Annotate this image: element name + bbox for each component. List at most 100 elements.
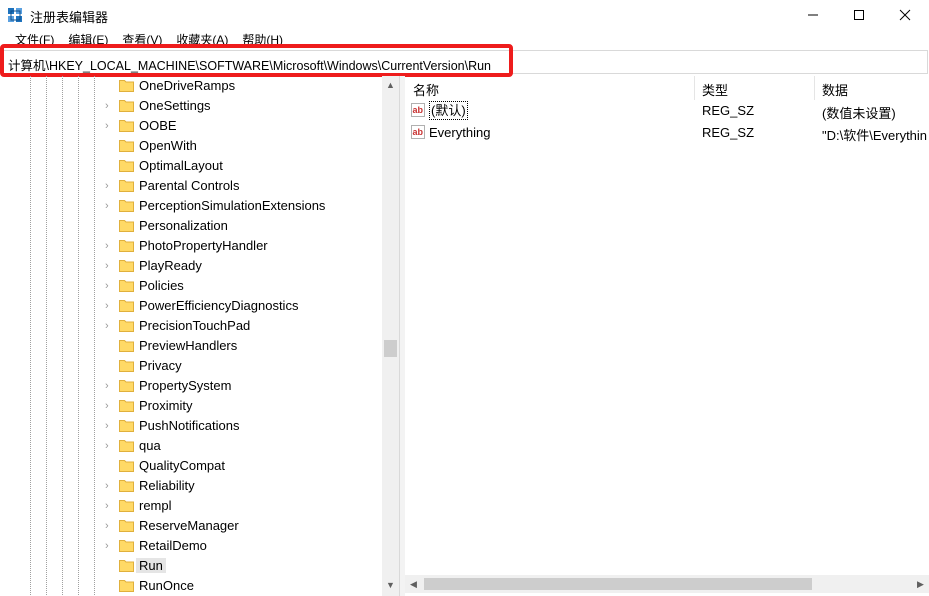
close-button[interactable]: [882, 0, 928, 30]
tree-item-label: Proximity: [139, 398, 193, 413]
chevron-right-icon[interactable]: ›: [105, 420, 115, 432]
folder-icon: [119, 380, 134, 392]
tree-item[interactable]: › PlayReady: [0, 256, 384, 276]
scroll-left-arrow-icon[interactable]: ◀: [405, 575, 422, 593]
folder-icon: [119, 420, 134, 432]
scroll-up-arrow-icon[interactable]: ▲: [382, 76, 399, 93]
tree-item-label: PrecisionTouchPad: [139, 318, 251, 333]
chevron-right-icon[interactable]: ›: [105, 240, 115, 252]
tree-item[interactable]: › PerceptionSimulationExtensions: [0, 196, 384, 216]
minimize-button[interactable]: [790, 0, 836, 30]
chevron-right-icon[interactable]: ›: [105, 180, 115, 192]
tree-item[interactable]: › PowerEfficiencyDiagnostics: [0, 296, 384, 316]
chevron-right-icon[interactable]: ›: [105, 100, 115, 112]
scroll-down-arrow-icon[interactable]: ▼: [382, 576, 399, 593]
registry-value-row[interactable]: ab (默认) REG_SZ (数值未设置): [405, 100, 929, 121]
chevron-right-icon[interactable]: ›: [105, 200, 115, 212]
tree-item[interactable]: › Reliability: [0, 476, 384, 496]
tree-item[interactable]: QualityCompat: [0, 456, 384, 476]
values-list: 名称 类型 数据 ab (默认) REG_SZ (数值未设置) ab Everything…: [405, 76, 929, 596]
folder-icon: [119, 560, 134, 572]
tree-item-label: OptimalLayout: [139, 158, 223, 173]
tree-item[interactable]: › RetailDemo: [0, 536, 384, 556]
tree-item-label: OneSettings: [139, 98, 211, 113]
column-header-data[interactable]: 数据: [815, 76, 929, 100]
tree-item[interactable]: Privacy: [0, 356, 384, 376]
chevron-right-icon[interactable]: ›: [105, 380, 115, 392]
tree-item-label: Personalization: [139, 218, 228, 233]
chevron-right-icon[interactable]: ›: [105, 440, 115, 452]
chevron-right-icon[interactable]: ›: [105, 280, 115, 292]
chevron-right-icon[interactable]: ›: [105, 120, 115, 132]
tree-item-label: rempl: [139, 498, 172, 513]
scroll-right-arrow-icon[interactable]: ▶: [912, 575, 929, 593]
tree-item-label: PushNotifications: [139, 418, 240, 433]
tree-item[interactable]: › PhotoPropertyHandler: [0, 236, 384, 256]
tree-item-label: PowerEfficiencyDiagnostics: [139, 298, 299, 313]
tree-item-label: Policies: [139, 278, 184, 293]
tree-item-label: PlayReady: [139, 258, 202, 273]
tree-item-label: Privacy: [139, 358, 182, 373]
folder-icon: [119, 340, 134, 352]
folder-icon: [119, 180, 134, 192]
tree-item[interactable]: Personalization: [0, 216, 384, 236]
tree-item-label: PropertySystem: [139, 378, 232, 393]
tree-item-label: PreviewHandlers: [139, 338, 238, 353]
tree-item-label: ReserveManager: [139, 518, 239, 533]
tree-item[interactable]: RunOnce: [0, 576, 384, 596]
tree-item-label: RetailDemo: [139, 538, 207, 553]
chevron-right-icon[interactable]: ›: [105, 300, 115, 312]
column-header-type[interactable]: 类型: [695, 76, 815, 100]
tree-item[interactable]: OptimalLayout: [0, 156, 384, 176]
tree-scroll-thumb[interactable]: [384, 340, 397, 357]
registry-value-row[interactable]: ab Everything REG_SZ "D:\软件\Everythin: [405, 122, 929, 143]
folder-icon: [119, 140, 134, 152]
chevron-right-icon[interactable]: ›: [105, 480, 115, 492]
folder-icon: [119, 260, 134, 272]
title-bar: 注册表编辑器: [0, 0, 929, 30]
folder-icon: [119, 80, 134, 92]
list-horizontal-scrollbar[interactable]: ◀ ▶: [405, 575, 929, 593]
tree-vertical-scrollbar[interactable]: ▲ ▼: [382, 76, 399, 596]
tree-item[interactable]: › Proximity: [0, 396, 384, 416]
chevron-right-icon[interactable]: ›: [105, 260, 115, 272]
tree-item[interactable]: › ReserveManager: [0, 516, 384, 536]
tree-item[interactable]: PreviewHandlers: [0, 336, 384, 356]
tree-item[interactable]: OneDriveRamps: [0, 76, 384, 96]
folder-icon: [119, 300, 134, 312]
tree-item-label: qua: [139, 438, 161, 453]
tree-item[interactable]: › Policies: [0, 276, 384, 296]
chevron-right-icon[interactable]: ›: [105, 320, 115, 332]
folder-icon: [119, 280, 134, 292]
tree-item[interactable]: › Parental Controls: [0, 176, 384, 196]
tree-item[interactable]: › OOBE: [0, 116, 384, 136]
folder-icon: [119, 200, 134, 212]
tree-item[interactable]: Run: [0, 556, 384, 576]
chevron-right-icon[interactable]: ›: [105, 540, 115, 552]
maximize-button[interactable]: [836, 0, 882, 30]
folder-icon: [119, 160, 134, 172]
tree-item-label: Parental Controls: [139, 178, 240, 193]
tree-item[interactable]: › OneSettings: [0, 96, 384, 116]
tree-item[interactable]: › qua: [0, 436, 384, 456]
tree-item[interactable]: › PropertySystem: [0, 376, 384, 396]
list-scroll-thumb[interactable]: [424, 578, 812, 590]
chevron-right-icon[interactable]: ›: [105, 400, 115, 412]
ab-string-icon: ab: [411, 125, 425, 139]
chevron-right-icon[interactable]: ›: [105, 520, 115, 532]
column-header-name[interactable]: 名称: [405, 76, 695, 100]
tree-item-label: PerceptionSimulationExtensions: [139, 198, 326, 213]
tree-item[interactable]: OpenWith: [0, 136, 384, 156]
tree-item[interactable]: › rempl: [0, 496, 384, 516]
chevron-right-icon[interactable]: ›: [105, 500, 115, 512]
tree-item-label: PhotoPropertyHandler: [139, 238, 268, 253]
value-type: REG_SZ: [702, 125, 755, 140]
regedit-app-icon: [8, 8, 22, 22]
maximize-icon: [854, 10, 864, 20]
tree-item[interactable]: › PushNotifications: [0, 416, 384, 436]
tree-item[interactable]: › PrecisionTouchPad: [0, 316, 384, 336]
folder-icon: [119, 480, 134, 492]
value-data: (数值未设置): [822, 106, 896, 121]
ab-string-icon: ab: [411, 103, 425, 117]
folder-icon: [119, 100, 134, 112]
